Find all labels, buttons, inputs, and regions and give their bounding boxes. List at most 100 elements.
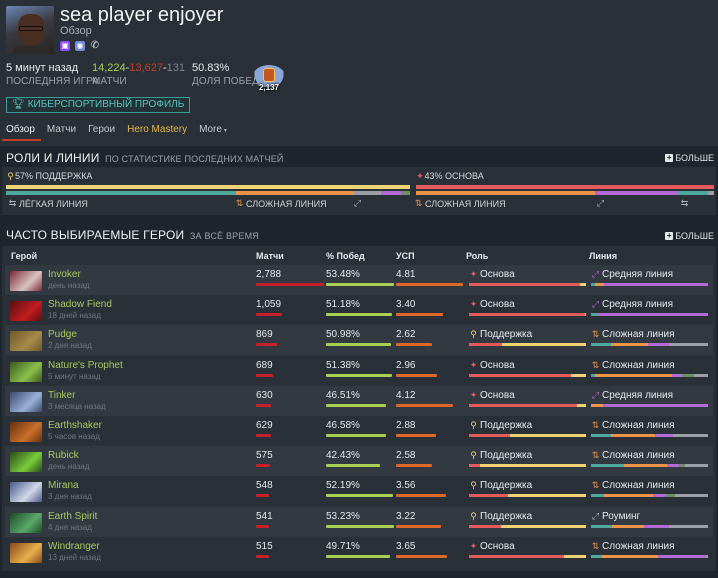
role-support-segment xyxy=(479,464,586,468)
hero-matches: 575 xyxy=(256,450,273,462)
hero-row[interactable]: Pudge 2 дня назад 869 50.98% 2.62 ⚲ Поддержка ⇅… xyxy=(5,325,713,356)
lane-segment xyxy=(591,434,611,437)
hero-matches: 629 xyxy=(256,420,273,431)
tab-hero-mastery[interactable]: Hero Mastery xyxy=(121,120,193,144)
col-winrate[interactable]: % Побед xyxy=(326,251,365,261)
avatar[interactable] xyxy=(6,6,54,54)
hero-role-text: Основа xyxy=(480,359,515,371)
core-role-icon: ✦ xyxy=(469,389,478,400)
plus-icon: + xyxy=(665,231,674,240)
hero-name[interactable]: Tinker xyxy=(48,390,75,401)
hero-name[interactable]: Shadow Fiend xyxy=(48,299,112,310)
tab-overview[interactable]: Обзор xyxy=(0,120,41,144)
col-matches[interactable]: Матчи xyxy=(256,251,284,261)
kda-bar xyxy=(396,494,446,498)
winrate-bar xyxy=(326,494,393,498)
hero-name[interactable]: Mirana xyxy=(48,480,79,491)
kda-bar xyxy=(396,283,463,286)
lane-segment xyxy=(601,554,658,558)
mid-lane-icon: ⤢ xyxy=(591,299,600,310)
hero-matches: 1,059 xyxy=(256,299,282,311)
winrate-bar xyxy=(326,343,392,347)
lane-segment xyxy=(682,373,694,377)
col-lane[interactable]: Линия xyxy=(589,251,617,261)
heroes-section-title: ЧАСТО ВЫБИРАЕМЫЕ ГЕРОИ ЗА ВСЁ ВРЕМЯ xyxy=(6,228,259,242)
hero-name[interactable]: Rubick xyxy=(48,450,79,461)
hero-winrate: 42.43% xyxy=(326,450,360,462)
lane-segment xyxy=(591,313,599,317)
lane-segment xyxy=(591,524,613,528)
hero-lane-text: Средняя линия xyxy=(602,299,674,311)
roles-more-button[interactable]: + БОЛЬШЕ xyxy=(665,153,714,163)
hero-last-played: 5 минут назад xyxy=(48,371,101,381)
hero-portrait[interactable] xyxy=(10,391,42,412)
heroes-more-button[interactable]: + БОЛЬШЕ xyxy=(665,231,714,241)
hero-portrait[interactable] xyxy=(10,482,42,503)
hero-matches: 2,788 xyxy=(256,269,282,280)
hero-portrait[interactable] xyxy=(10,271,42,291)
role-split-bar xyxy=(469,494,586,498)
tab-matches[interactable]: Матчи xyxy=(41,120,82,144)
matches-label: МАТЧИ xyxy=(92,76,127,87)
hero-name[interactable]: Windranger xyxy=(48,541,100,552)
hero-row[interactable]: Shadow Fiend 18 дней назад 1,059 51.18% 3.40… xyxy=(5,295,713,326)
hero-name[interactable]: Pudge xyxy=(48,329,77,340)
winrate-bar xyxy=(326,464,381,468)
hero-portrait[interactable] xyxy=(10,452,42,473)
hero-lane: ⇅ Сложная линия xyxy=(591,450,675,461)
hero-portrait[interactable] xyxy=(10,301,42,322)
role-support-segment xyxy=(501,343,586,347)
support-role-icon: ⚲ xyxy=(470,450,477,461)
hero-row[interactable]: Earthshaker 5 часов назад 629 46.58% 2.88 ⚲ По… xyxy=(5,416,713,446)
hero-name[interactable]: Earthshaker xyxy=(48,420,102,431)
twitch-icon[interactable]: ▣ xyxy=(60,41,70,51)
core-role-icon: ✦ xyxy=(469,269,478,279)
role-support-segment xyxy=(584,313,586,317)
col-role[interactable]: Роль xyxy=(466,251,488,261)
phone-icon[interactable]: ✆ xyxy=(90,41,100,51)
lane-share-segment xyxy=(708,191,714,195)
tab-more[interactable]: More ▾ xyxy=(193,120,233,144)
hero-role-text: Поддержка xyxy=(480,420,533,431)
discord-icon[interactable]: ◉ xyxy=(75,41,85,51)
hero-name[interactable]: Nature's Prophet xyxy=(48,360,123,371)
off-lane-icon: ⇅ xyxy=(591,450,600,461)
hero-row[interactable]: Invoker день назад 2,788 53.48% 4.81 ✦ Основа ⤢… xyxy=(5,265,713,295)
hero-portrait[interactable] xyxy=(10,422,42,442)
lane-segment xyxy=(664,494,676,498)
lane-split-bar xyxy=(591,373,708,377)
hero-lane-text: Сложная линия xyxy=(602,480,675,492)
hero-row[interactable]: Nature's Prophet 5 минут назад 689 51.38% 2.… xyxy=(5,355,713,386)
hero-row[interactable]: Windranger 13 дней назад 515 49.71% 3.65 ✦ Осн… xyxy=(5,536,713,567)
hero-row[interactable]: Tinker 3 месяца назад 630 46.51% 4.12 ✦ Основа… xyxy=(5,385,713,416)
lane-segment xyxy=(657,554,706,558)
off-lane-icon: ⇅ xyxy=(591,540,600,551)
lane-segment xyxy=(602,403,708,407)
hero-row[interactable]: Mirana 3 дня назад 548 52.19% 3.56 ⚲ Поддержка… xyxy=(5,476,713,507)
lane-split-bar xyxy=(591,283,708,286)
rank-medal-icon[interactable]: 2,137 xyxy=(251,59,287,95)
esports-profile-button[interactable]: 🏆︎ КИБЕРСПОРТИВНЫЙ ПРОФИЛЬ xyxy=(6,97,191,113)
hero-lane: ⤢ Средняя линия xyxy=(591,390,673,401)
role-split-bar xyxy=(469,554,586,558)
hero-portrait[interactable] xyxy=(10,331,42,352)
tab-heroes[interactable]: Герои xyxy=(82,120,121,144)
hero-portrait[interactable] xyxy=(10,361,42,382)
hero-row[interactable]: Rubick день назад 575 42.43% 2.58 ⚲ Поддержка ⇅… xyxy=(5,446,713,477)
hero-kda: 2.58 xyxy=(396,450,416,462)
col-kda[interactable]: УСП xyxy=(396,251,415,261)
hero-winrate: 49.71% xyxy=(326,540,360,552)
hero-name[interactable]: Earth Spirit xyxy=(48,511,97,522)
col-hero[interactable]: Герой xyxy=(11,251,37,261)
hero-portrait[interactable] xyxy=(10,512,42,533)
hero-row[interactable]: Earth Spirit 4 дня назад 541 53.23% 3.22 ⚲ Под… xyxy=(5,506,713,537)
leaderboard-rank: 2,137 xyxy=(258,83,280,92)
hero-name[interactable]: Invoker xyxy=(48,269,81,280)
safe-lane-icon-core: ⇆ xyxy=(680,198,689,208)
hero-portrait[interactable] xyxy=(10,542,42,563)
roles-more-label: БОЛЬШЕ xyxy=(675,153,714,163)
last-game-stat: 5 минут назад ПОСЛЕДНЯЯ ИГРА xyxy=(6,62,99,87)
lane-share-segment xyxy=(415,191,595,195)
hero-lane-text: Сложная линия xyxy=(602,450,675,462)
hero-lane-text: Сложная линия xyxy=(602,540,675,552)
